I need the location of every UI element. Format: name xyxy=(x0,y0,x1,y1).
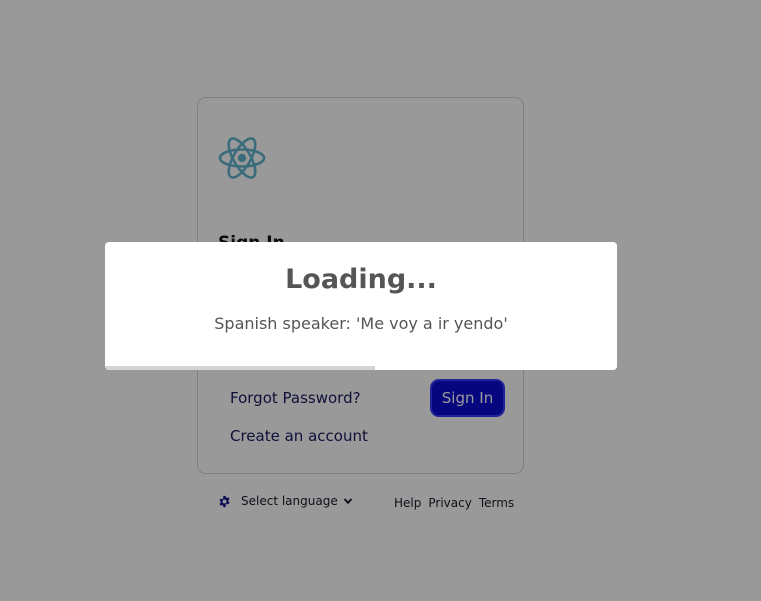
loading-progress-fill xyxy=(105,366,375,370)
loading-title: Loading... xyxy=(285,264,437,295)
loading-dialog: Loading... Spanish speaker: 'Me voy a ir… xyxy=(105,242,617,370)
loading-message: Spanish speaker: 'Me voy a ir yendo' xyxy=(214,314,508,333)
login-page: Sign In Forgot Password? Create an accou… xyxy=(0,0,761,601)
loading-progress-bar xyxy=(105,366,617,370)
